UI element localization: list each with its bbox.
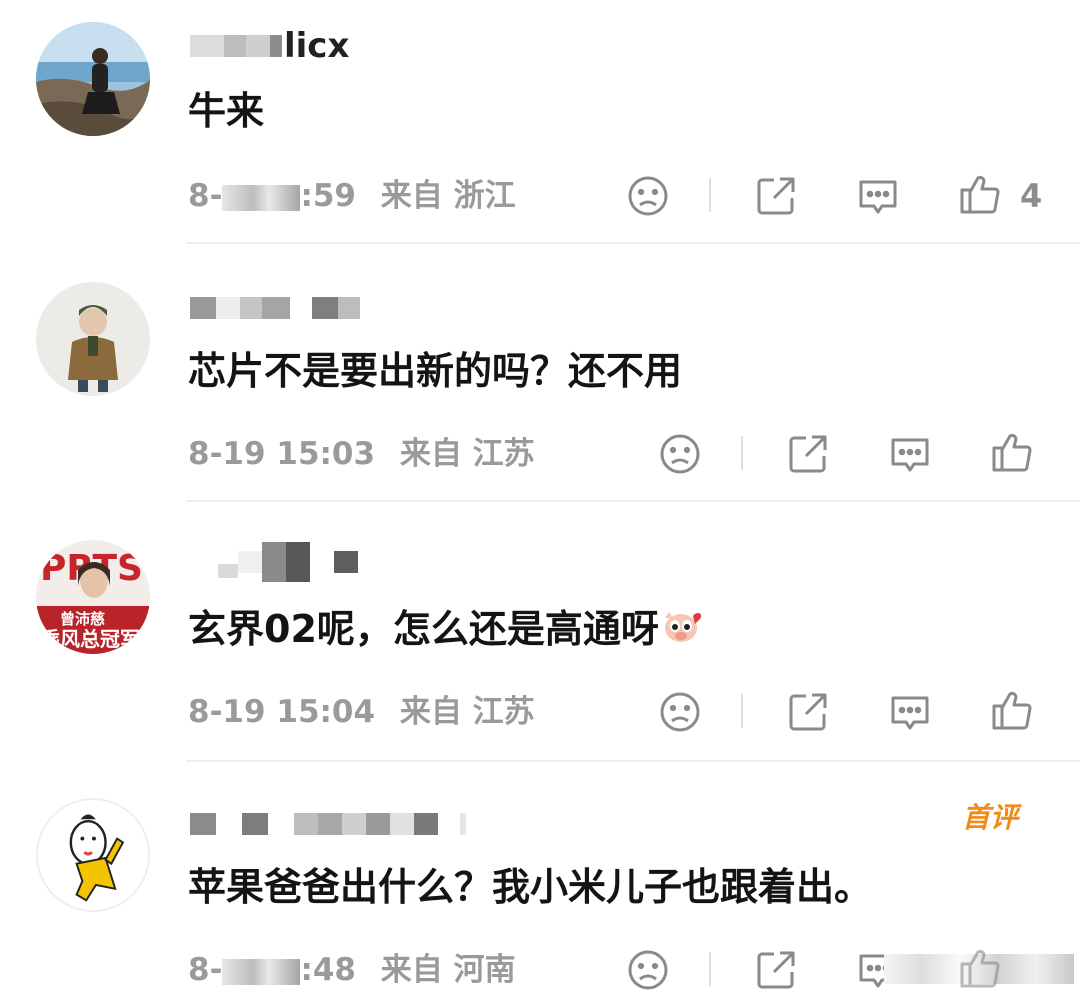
timestamp: 8-19 15:03 [188, 436, 376, 472]
redacted-name-mosaic [218, 542, 358, 582]
avatar[interactable] [36, 282, 150, 396]
dislike-icon[interactable] [658, 432, 702, 476]
comment-divider [186, 760, 1080, 762]
comment-icon[interactable] [888, 432, 932, 476]
divider [741, 694, 743, 728]
first-comment-badge: 首评 [962, 801, 1019, 834]
divider [709, 952, 711, 986]
comment-icon[interactable] [888, 690, 932, 734]
share-icon[interactable] [786, 690, 830, 734]
comment-item: licx 牛来 8- :59 来自 浙江 4 [0, 0, 1080, 244]
share-icon[interactable] [754, 174, 798, 218]
comment-text: 玄界02呢，怎么还是高通呀 [188, 604, 705, 658]
location-text: 来自 河南 [380, 952, 516, 988]
comment-icon[interactable] [856, 174, 900, 218]
like-icon[interactable] [990, 430, 1034, 474]
timestamp-suffix: :48 [300, 952, 356, 988]
comment-meta: 8-19 15:04 来自 江苏 [188, 692, 535, 732]
comment-text: 苹果爸爸出什么？我小米儿子也跟着出。 [188, 865, 873, 909]
comment-divider [186, 242, 1080, 244]
share-icon[interactable] [786, 432, 830, 476]
timestamp-prefix: 8- [188, 178, 223, 214]
username[interactable] [190, 542, 360, 582]
username[interactable] [190, 288, 362, 328]
comment-divider [186, 500, 1080, 502]
like-icon[interactable] [958, 172, 1002, 216]
svg-text:曾沛慈: 曾沛慈 [60, 610, 105, 628]
redacted-name-mosaic [190, 35, 282, 57]
like-icon[interactable] [958, 946, 1002, 990]
comment-item: 首评 苹果爸爸出什么？我小米儿子也跟着出。 8- :48 来自 河南 [0, 776, 1080, 990]
comment-meta: 8- :48 来自 河南 [188, 950, 516, 990]
dislike-icon[interactable] [626, 948, 670, 992]
comment-item: PRTS 曾沛慈 乘风总冠军 玄界02呢，怎么还是高通呀 [0, 518, 1080, 762]
divider [741, 436, 743, 470]
location-text: 来自 江苏 [399, 694, 535, 730]
comment-text: 牛来 [188, 89, 265, 133]
comment-text: 芯片不是要出新的吗？还不用 [188, 349, 683, 393]
comment-item: 芯片不是要出新的吗？还不用 8-19 15:03 来自 江苏 [0, 260, 1080, 504]
like-icon[interactable] [990, 688, 1034, 732]
avatar[interactable] [36, 22, 150, 136]
timestamp-suffix: :59 [300, 178, 356, 214]
redacted-name-mosaic [190, 297, 360, 319]
timestamp: 8-19 15:04 [188, 694, 376, 730]
like-count: 4 [1020, 177, 1043, 215]
username-text: licx [284, 26, 350, 66]
comment-text-content: 玄界02呢，怎么还是高通呀 [188, 607, 659, 651]
timestamp-prefix: 8- [188, 952, 223, 988]
avatar[interactable] [36, 798, 150, 912]
avatar[interactable]: PRTS 曾沛慈 乘风总冠军 [36, 540, 150, 654]
location-text: 来自 江苏 [399, 436, 535, 472]
svg-text:乘风总冠军: 乘风总冠军 [39, 627, 140, 651]
redacted-time [222, 184, 301, 211]
comment-meta: 8- :59 来自 浙江 [188, 176, 516, 216]
location-text: 来自 浙江 [380, 178, 516, 214]
redacted-name-mosaic [190, 813, 466, 835]
dislike-icon[interactable] [626, 174, 670, 218]
redacted-time [222, 958, 301, 985]
comment-meta: 8-19 15:03 来自 江苏 [188, 434, 535, 474]
shy-pig-emoji-icon [661, 606, 705, 658]
username[interactable]: licx [190, 26, 349, 66]
divider [709, 178, 711, 212]
username[interactable] [190, 804, 468, 844]
dislike-icon[interactable] [658, 690, 702, 734]
share-icon[interactable] [754, 948, 798, 992]
